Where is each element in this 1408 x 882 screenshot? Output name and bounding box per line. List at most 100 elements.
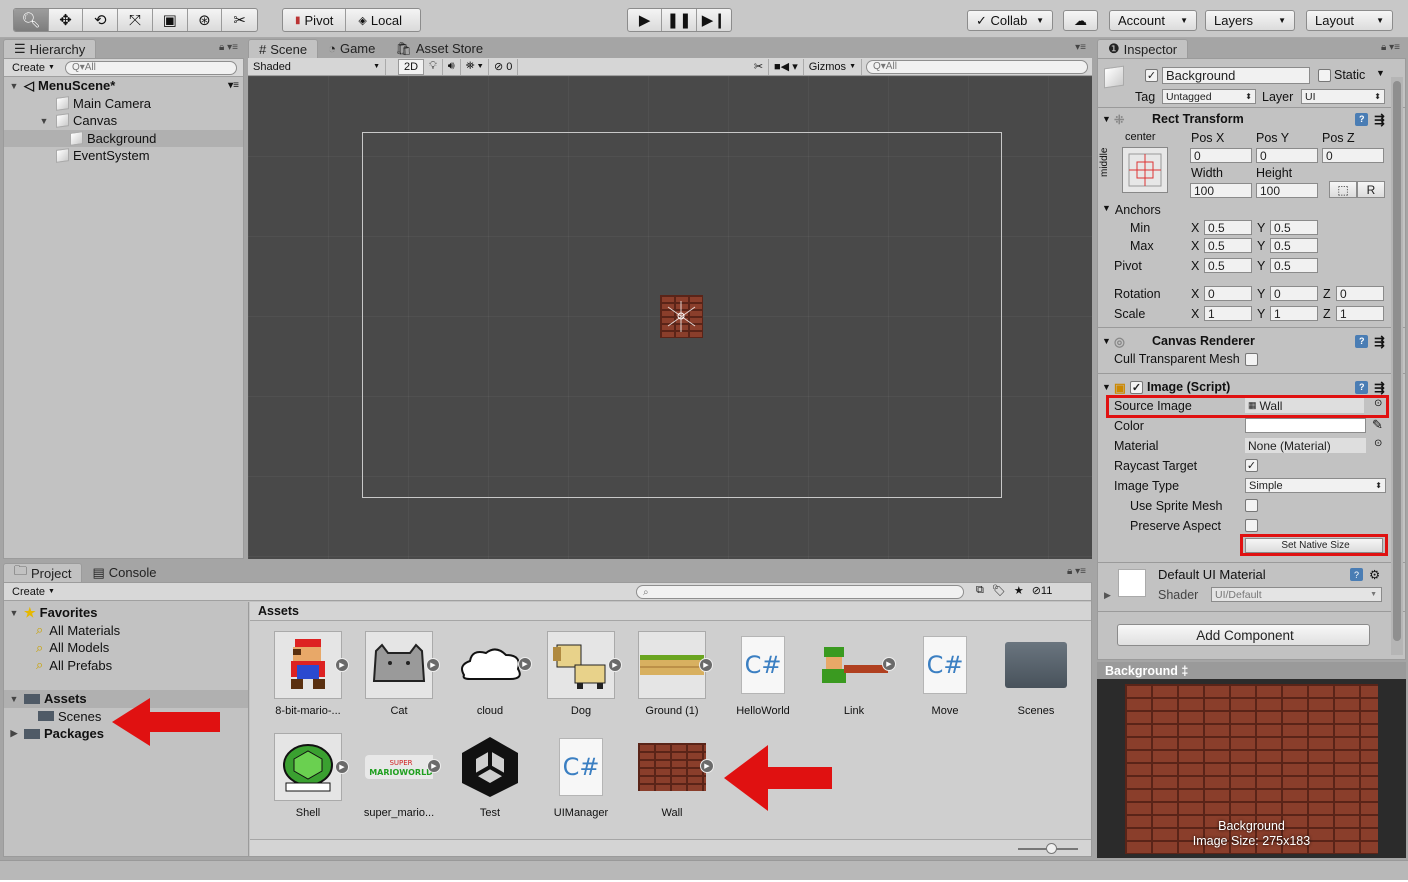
shader-dropdown[interactable]: UI/Default ▼ xyxy=(1211,587,1382,602)
play-icon[interactable]: ▶ xyxy=(882,657,896,671)
canvas-renderer-header[interactable]: ▼◎ Canvas Renderer ?⇶⚙ xyxy=(1102,331,1402,351)
asset-mario[interactable]: ▶ 8-bit-mario-... xyxy=(263,631,353,717)
preset-icon[interactable]: ⇶ xyxy=(1374,334,1384,349)
expand-triangle-icon[interactable]: ▼ xyxy=(8,608,20,618)
tree-item-background[interactable]: Background xyxy=(4,129,243,147)
scale-z-field[interactable]: 1 xyxy=(1336,306,1384,321)
help-icon[interactable]: ? xyxy=(1355,380,1369,394)
hidden-packages-toggle[interactable]: ⊘11 xyxy=(1032,584,1053,597)
play-icon[interactable]: ▶ xyxy=(699,658,713,672)
expand-triangle-icon[interactable]: ▼ xyxy=(38,116,50,126)
height-field[interactable]: 100 xyxy=(1256,183,1318,198)
star-icon[interactable]: ★ xyxy=(1014,584,1024,597)
expand-triangle-icon[interactable]: ▼ xyxy=(8,81,20,91)
tree-item-eventsystem[interactable]: EventSystem xyxy=(4,147,243,165)
rotation-z-field[interactable]: 0 xyxy=(1336,286,1384,301)
preset-icon[interactable]: ⇶ xyxy=(1374,112,1384,127)
tree-item-main-camera[interactable]: Main Camera xyxy=(4,95,243,113)
scene-viewport[interactable] xyxy=(248,76,1092,559)
asset-dog[interactable]: ▶ Dog xyxy=(536,631,626,717)
help-icon[interactable]: ? xyxy=(1350,568,1363,581)
panel-menu-icon[interactable]: 🔒︎ ▾≡ xyxy=(219,42,238,53)
layout-dropdown[interactable]: Layout ▼ xyxy=(1306,10,1393,31)
image-enabled-checkbox[interactable]: ✓ xyxy=(1130,380,1143,394)
asset-scenes-folder[interactable]: Scenes xyxy=(991,631,1081,717)
rotation-y-field[interactable]: 0 xyxy=(1270,286,1318,301)
fav-all-prefabs[interactable]: ⌕ All Prefabs xyxy=(4,657,248,675)
effects-icon[interactable]: ⛯ ▾ xyxy=(461,58,489,75)
set-native-size-button[interactable]: Set Native Size xyxy=(1245,538,1383,553)
camera-icon[interactable]: ■◀ ▾ xyxy=(769,58,804,75)
rotate-icon[interactable]: ⟲ xyxy=(83,9,119,31)
fav-all-models[interactable]: ⌕ All Models xyxy=(4,639,248,657)
shaded-dropdown[interactable]: Shaded ▼ xyxy=(248,58,386,75)
image-type-dropdown[interactable]: Simple ⬍ xyxy=(1245,478,1386,493)
raycast-checkbox[interactable]: ✓ xyxy=(1245,459,1258,472)
material-field[interactable]: None (Material) xyxy=(1245,438,1366,453)
color-field[interactable] xyxy=(1245,418,1366,433)
asset-ground[interactable]: ▶ Ground (1) xyxy=(627,631,717,717)
custom-tool-icon[interactable]: ✂ xyxy=(222,9,257,31)
panel-menu-icon[interactable]: 🔒︎ ▾≡ xyxy=(1381,42,1400,53)
tab-inspector[interactable]: ❶ Inspector xyxy=(1097,39,1189,58)
hidden-objects-toggle[interactable]: ⊘ 0 xyxy=(489,58,519,75)
use-sprite-mesh-checkbox[interactable] xyxy=(1245,499,1258,512)
anchor-max-y-field[interactable]: 0.5 xyxy=(1270,238,1318,253)
anchor-preset-button[interactable] xyxy=(1122,147,1168,193)
play-icon[interactable]: ▶ xyxy=(335,760,349,774)
create-dropdown[interactable]: Create ▼ xyxy=(8,585,59,599)
pause-icon[interactable]: ❚❚ xyxy=(662,9,697,31)
tag-dropdown[interactable]: Untagged ⬍ xyxy=(1162,89,1256,104)
expand-triangle-icon[interactable]: ▼ xyxy=(8,694,20,704)
preserve-aspect-checkbox[interactable] xyxy=(1245,519,1258,532)
anchor-min-y-field[interactable]: 0.5 xyxy=(1270,220,1318,235)
add-component-button[interactable]: Add Component xyxy=(1117,624,1370,646)
lighting-icon[interactable]: 💡︎ xyxy=(424,58,443,75)
project-search-input[interactable]: ⌕ xyxy=(636,585,964,599)
scene-row[interactable]: ▼ ◁ MenuScene* ▾≡ xyxy=(4,77,243,95)
account-dropdown[interactable]: Account ▼ xyxy=(1109,10,1197,31)
static-dropdown-icon[interactable]: ▼ xyxy=(1376,68,1385,78)
help-icon[interactable]: ? xyxy=(1355,334,1369,348)
asset-super-mario-world[interactable]: SUPER MARIOWORLD ▶ super_mario... xyxy=(354,733,444,819)
fav-all-materials[interactable]: ⌕ All Materials xyxy=(4,622,248,640)
hand-search-icon[interactable]: 🔍︎ xyxy=(14,9,49,31)
anchor-max-x-field[interactable]: 0.5 xyxy=(1204,238,1252,253)
play-icon[interactable]: ▶ xyxy=(608,658,622,672)
asset-test-scene[interactable]: Test xyxy=(445,733,535,819)
preview-header[interactable]: Background ‡ xyxy=(1097,662,1406,679)
play-icon[interactable]: ▶ xyxy=(426,658,440,672)
collab-dropdown[interactable]: ✓ Collab ▼ xyxy=(967,10,1053,31)
asset-move[interactable]: C# Move xyxy=(900,631,990,717)
mode-2d-toggle[interactable]: 2D xyxy=(398,58,425,75)
gear-icon[interactable]: ⚙ xyxy=(1369,567,1380,582)
pivot-x-field[interactable]: 0.5 xyxy=(1204,258,1252,273)
scene-search-input[interactable]: Q▾All xyxy=(866,59,1088,74)
collapse-triangle-icon[interactable]: ▼ xyxy=(1102,114,1114,124)
zoom-slider-thumb[interactable] xyxy=(1046,843,1057,854)
inspector-scrollbar[interactable] xyxy=(1391,77,1403,655)
tab-project[interactable]: 🗀 Project xyxy=(3,563,83,582)
asset-link[interactable]: ▶ Link xyxy=(809,631,899,717)
pivot-y-field[interactable]: 0.5 xyxy=(1270,258,1318,273)
active-checkbox[interactable]: ✓ xyxy=(1145,69,1158,82)
rect-transform-header[interactable]: ▼⁜ Rect Transform ?⇶⚙ xyxy=(1102,109,1402,129)
asset-cloud[interactable]: ▶ cloud xyxy=(445,631,535,717)
raw-edit-button[interactable]: R xyxy=(1357,181,1385,198)
expand-triangle-icon[interactable]: ▶ xyxy=(8,728,20,739)
cloud-button[interactable]: ☁ xyxy=(1063,10,1098,31)
static-checkbox[interactable] xyxy=(1318,69,1331,82)
anchor-min-x-field[interactable]: 0.5 xyxy=(1204,220,1252,235)
panel-menu-icon[interactable]: ▾≡ xyxy=(1075,42,1086,53)
label-icon[interactable]: 🏷︎ xyxy=(992,584,1006,597)
transform-icon[interactable]: ⊛ xyxy=(188,9,223,31)
asset-shell[interactable]: ▶ Shell xyxy=(263,733,353,819)
tab-scene[interactable]: # Scene xyxy=(248,39,319,58)
asset-helloworld[interactable]: C# HelloWorld xyxy=(718,631,808,717)
layers-dropdown[interactable]: Layers ▼ xyxy=(1205,10,1295,31)
cull-transparent-checkbox[interactable] xyxy=(1245,353,1258,366)
scrollbar-thumb[interactable] xyxy=(1393,81,1401,641)
tab-game[interactable]: ◔ Game xyxy=(318,39,385,58)
play-icon[interactable]: ▶ xyxy=(628,9,663,31)
help-icon[interactable]: ? xyxy=(1355,112,1369,126)
